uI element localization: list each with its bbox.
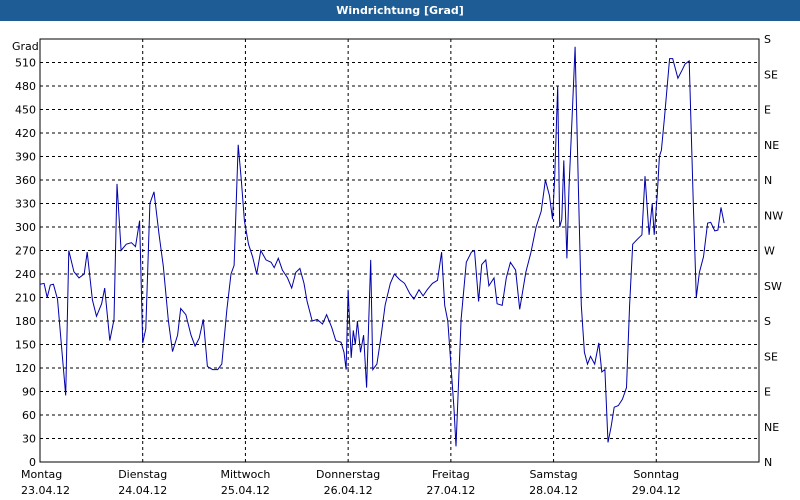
x-tick-day: Sonntag xyxy=(633,468,679,481)
x-tick-date: 23.04.12 xyxy=(21,484,70,497)
x-tick-day: Dienstag xyxy=(118,468,167,481)
x-tick-date: 28.04.12 xyxy=(529,484,578,497)
y-tick-label: 180 xyxy=(15,315,36,328)
y2-tick-label: W xyxy=(764,245,775,258)
window-title: Windrichtung [Grad] xyxy=(0,0,800,21)
y2-tick-label: E xyxy=(764,386,771,399)
y2-tick-label: S xyxy=(764,315,771,328)
x-tick-day: Samstag xyxy=(529,468,577,481)
x-tick-day: Donnerstag xyxy=(316,468,380,481)
y2-tick-label: S xyxy=(764,33,771,46)
y-tick-label: 210 xyxy=(15,292,36,305)
y-tick-label: 240 xyxy=(15,268,36,281)
y2-tick-label: E xyxy=(764,104,771,117)
y-tick-label: 270 xyxy=(15,245,36,258)
x-tick-date: 27.04.12 xyxy=(426,484,475,497)
y-tick-label: 480 xyxy=(15,80,36,93)
y2-tick-label: N xyxy=(764,456,772,469)
plot-frame xyxy=(39,38,760,463)
x-tick-date: 24.04.12 xyxy=(118,484,167,497)
y-tick-label: 360 xyxy=(15,174,36,187)
y-tick-label: 420 xyxy=(15,127,36,140)
y-tick-label: 150 xyxy=(15,339,36,352)
chart-area: 0306090120150180210240270300330360390420… xyxy=(12,33,783,497)
grid-lines xyxy=(40,39,759,462)
x-tick-date: 29.04.12 xyxy=(632,484,681,497)
x-tick-day: Freitag xyxy=(432,468,470,481)
y-axis-right: N NE E SE S SW W NW N NE E SE S xyxy=(764,33,783,469)
y-tick-label: 60 xyxy=(22,409,36,422)
y-axis-label: Grad xyxy=(12,40,39,53)
y-tick-label: 450 xyxy=(15,104,36,117)
y-tick-label: 510 xyxy=(15,57,36,70)
x-tick-day: Montag xyxy=(21,468,62,481)
y2-tick-label: SW xyxy=(764,280,782,293)
x-tick-date: 25.04.12 xyxy=(221,484,270,497)
y-tick-label: 30 xyxy=(22,433,36,446)
x-tick-day: Mittwoch xyxy=(220,468,270,481)
y-tick-label: 390 xyxy=(15,151,36,164)
y2-tick-label: NW xyxy=(764,209,783,222)
y2-tick-label: SE xyxy=(764,68,778,81)
y-tick-label: 330 xyxy=(15,198,36,211)
y-tick-label: 120 xyxy=(15,362,36,375)
y-tick-label: 300 xyxy=(15,221,36,234)
y2-tick-label: SE xyxy=(764,350,778,363)
y2-tick-label: N xyxy=(764,174,772,187)
x-tick-date: 26.04.12 xyxy=(324,484,373,497)
x-axis: Montag 23.04.12 Dienstag 24.04.12 Mittwoch 25… xyxy=(21,468,681,497)
y2-tick-label: NE xyxy=(764,421,779,434)
y-tick-label: 90 xyxy=(22,386,36,399)
y2-tick-label: NE xyxy=(764,139,779,152)
y-axis-left: 0306090120150180210240270300330360390420… xyxy=(15,57,36,470)
